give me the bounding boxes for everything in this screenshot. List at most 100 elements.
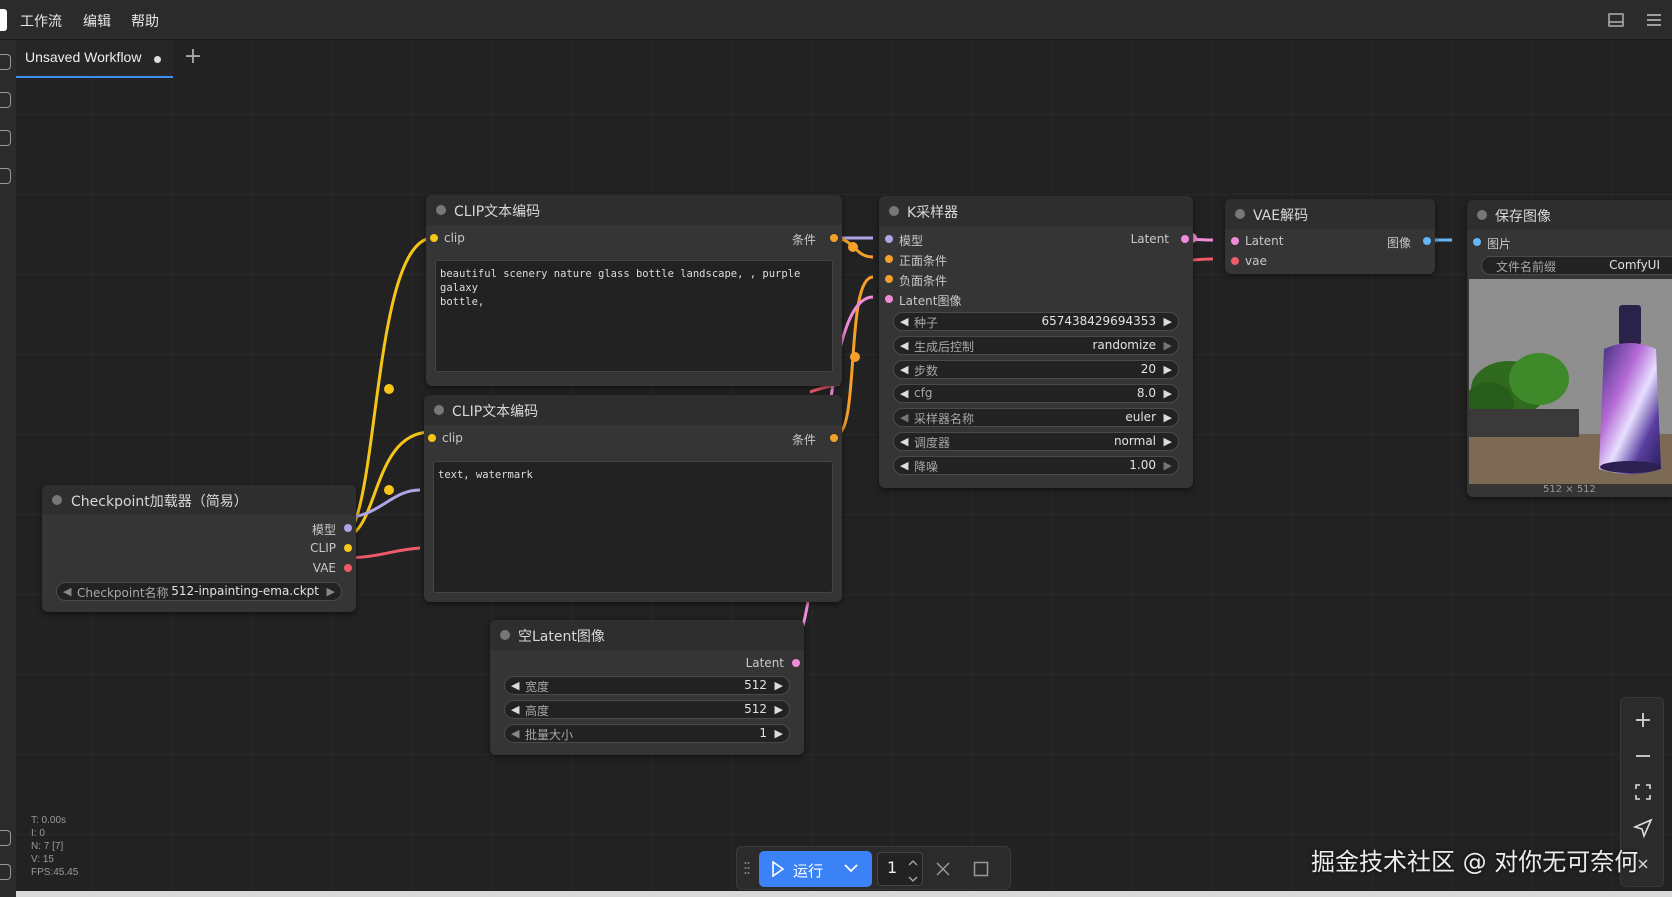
node-header[interactable]: K采样器 xyxy=(879,196,1193,226)
node-ksampler[interactable]: K采样器 模型 正面条件 负面条件 Latent图像 Latent ◀ 种子 6… xyxy=(879,196,1193,488)
queue-count-stepper[interactable]: 1 xyxy=(877,852,923,886)
input-positive-dot[interactable] xyxy=(885,255,893,263)
menu-help[interactable]: 帮助 xyxy=(131,11,159,31)
input-negative-dot[interactable] xyxy=(885,275,893,283)
drag-handle-icon[interactable] xyxy=(744,861,750,875)
chevron-up-icon[interactable] xyxy=(908,856,918,871)
queue-icon[interactable] xyxy=(0,54,11,70)
decrement-icon[interactable]: ◀ xyxy=(900,387,908,400)
generated-image-preview[interactable] xyxy=(1469,279,1672,484)
output-vae-dot[interactable] xyxy=(344,564,352,572)
output-conditioning-dot[interactable] xyxy=(830,234,838,242)
run-button[interactable]: 运行 xyxy=(759,851,872,887)
widget-steps[interactable]: ◀ 步数 20 ▶ xyxy=(893,360,1179,379)
widget-checkpoint-name[interactable]: ◀ Checkpoint名称 512-inpainting-ema.ckpt ▶ xyxy=(56,582,342,601)
decrement-icon[interactable]: ◀ xyxy=(511,727,519,740)
node-header[interactable]: 空Latent图像 xyxy=(490,620,804,650)
menu-edit[interactable]: 编辑 xyxy=(83,11,111,31)
output-image-dot[interactable] xyxy=(1423,237,1431,245)
input-latent-dot[interactable] xyxy=(885,295,893,303)
increment-icon[interactable]: ▶ xyxy=(327,585,335,598)
decrement-icon[interactable]: ◀ xyxy=(900,363,908,376)
increment-icon[interactable]: ▶ xyxy=(775,679,783,692)
fit-view-icon[interactable] xyxy=(1631,780,1655,804)
widget-denoise[interactable]: ◀ 降噪 1.00 ▶ xyxy=(893,456,1179,475)
prompt-textarea[interactable]: text, watermark xyxy=(433,461,833,593)
collapse-dot-icon[interactable] xyxy=(1235,209,1245,219)
chevron-down-icon[interactable] xyxy=(908,872,918,887)
widget-width[interactable]: ◀ 宽度 512 ▶ xyxy=(504,676,790,695)
output-model-dot[interactable] xyxy=(344,524,352,532)
increment-icon[interactable]: ▶ xyxy=(1164,315,1172,328)
node-header[interactable]: CLIP文本编码 xyxy=(424,395,842,425)
select-mode-icon[interactable] xyxy=(1631,816,1655,840)
increment-icon[interactable]: ▶ xyxy=(1164,459,1172,472)
node-library-icon[interactable] xyxy=(0,92,11,108)
decrement-icon[interactable]: ◀ xyxy=(900,339,908,352)
collapse-dot-icon[interactable] xyxy=(500,630,510,640)
input-images-dot[interactable] xyxy=(1473,238,1481,246)
node-header[interactable]: Checkpoint加载器（简易） xyxy=(42,485,356,515)
widget-scheduler[interactable]: ◀ 调度器 normal ▶ xyxy=(893,432,1179,451)
panel-toggle-icon[interactable] xyxy=(1607,11,1625,29)
decrement-icon[interactable]: ◀ xyxy=(900,315,908,328)
hamburger-menu-icon[interactable] xyxy=(1645,11,1663,29)
workflows-icon[interactable] xyxy=(0,168,11,184)
widget-height[interactable]: ◀ 高度 512 ▶ xyxy=(504,700,790,719)
output-latent-dot[interactable] xyxy=(1181,235,1189,243)
collapse-dot-icon[interactable] xyxy=(52,495,62,505)
node-clip-text-encode-positive[interactable]: CLIP文本编码 clip 条件 beautiful scenery natur… xyxy=(426,195,842,386)
close-icon[interactable] xyxy=(935,861,951,881)
decrement-icon[interactable]: ◀ xyxy=(900,411,908,424)
collapse-dot-icon[interactable] xyxy=(436,205,446,215)
collapse-dot-icon[interactable] xyxy=(434,405,444,415)
model-library-icon[interactable] xyxy=(0,130,11,146)
increment-icon[interactable]: ▶ xyxy=(1164,435,1172,448)
increment-icon[interactable]: ▶ xyxy=(1164,363,1172,376)
widget-sampler-name[interactable]: ◀ 采样器名称 euler ▶ xyxy=(893,408,1179,427)
input-latent-dot[interactable] xyxy=(1231,237,1239,245)
increment-icon[interactable]: ▶ xyxy=(775,727,783,740)
decrement-icon[interactable]: ◀ xyxy=(900,459,908,472)
increment-icon[interactable]: ▶ xyxy=(1164,387,1172,400)
zoom-out-icon[interactable] xyxy=(1631,744,1655,768)
node-header[interactable]: VAE解码 xyxy=(1225,199,1435,229)
chevron-down-icon[interactable] xyxy=(843,862,859,878)
output-clip-dot[interactable] xyxy=(344,544,352,552)
add-tab-button[interactable]: + xyxy=(182,46,204,68)
input-vae-dot[interactable] xyxy=(1231,257,1239,265)
decrement-icon[interactable]: ◀ xyxy=(511,679,519,692)
widget-control-after-generate[interactable]: ◀ 生成后控制 randomize ▶ xyxy=(893,336,1179,355)
output-latent-dot[interactable] xyxy=(792,659,800,667)
decrement-icon[interactable]: ◀ xyxy=(900,435,908,448)
node-empty-latent-image[interactable]: 空Latent图像 Latent ◀ 宽度 512 ▶ ◀ 高度 512 ▶ ◀… xyxy=(490,620,804,755)
widget-cfg[interactable]: ◀ cfg 8.0 ▶ xyxy=(893,384,1179,403)
tab-unsaved-workflow[interactable]: Unsaved Workflow xyxy=(16,40,173,78)
node-clip-text-encode-negative[interactable]: CLIP文本编码 clip 条件 text, watermark xyxy=(424,395,842,602)
decrement-icon[interactable]: ◀ xyxy=(63,585,71,598)
increment-icon[interactable]: ▶ xyxy=(775,703,783,716)
node-checkpoint-loader[interactable]: Checkpoint加载器（简易） 模型 CLIP VAE ◀ Checkpoi… xyxy=(42,485,356,612)
widget-batch-size[interactable]: ◀ 批量大小 1 ▶ xyxy=(504,724,790,743)
widget-seed[interactable]: ◀ 种子 657438429694353 ▶ xyxy=(893,312,1179,331)
prompt-textarea[interactable]: beautiful scenery nature glass bottle la… xyxy=(435,260,833,372)
input-clip-dot[interactable] xyxy=(428,434,436,442)
widget-filename-prefix[interactable]: 文件名前缀 ComfyUI xyxy=(1481,256,1672,275)
graph-canvas[interactable] xyxy=(16,40,1672,897)
menu-workflow[interactable]: 工作流 xyxy=(20,11,62,31)
input-clip-dot[interactable] xyxy=(430,234,438,242)
increment-icon[interactable]: ▶ xyxy=(1164,411,1172,424)
decrement-icon[interactable]: ◀ xyxy=(511,703,519,716)
output-conditioning-dot[interactable] xyxy=(830,434,838,442)
node-header[interactable]: 保存图像 xyxy=(1467,200,1672,230)
stop-icon[interactable] xyxy=(973,861,989,881)
app-logo[interactable] xyxy=(0,9,7,31)
collapse-dot-icon[interactable] xyxy=(889,206,899,216)
settings-icon[interactable] xyxy=(0,864,11,880)
input-model-dot[interactable] xyxy=(885,235,893,243)
collapse-dot-icon[interactable] xyxy=(1477,210,1487,220)
increment-icon[interactable]: ▶ xyxy=(1164,339,1172,352)
node-header[interactable]: CLIP文本编码 xyxy=(426,195,842,225)
node-vae-decode[interactable]: VAE解码 Latent vae 图像 xyxy=(1225,199,1435,274)
zoom-in-icon[interactable] xyxy=(1631,708,1655,732)
